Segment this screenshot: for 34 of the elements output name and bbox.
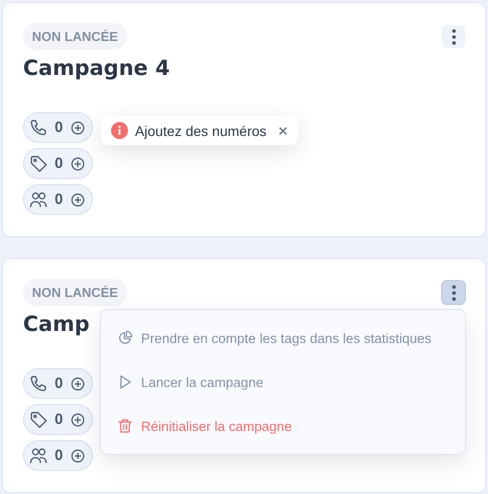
- phone-icon: [29, 118, 49, 138]
- users-icon: [29, 190, 49, 210]
- trash-icon: [117, 418, 133, 434]
- info-icon: [111, 122, 128, 139]
- counter-value: 0: [54, 155, 64, 172]
- campaign-title: Campagne 4: [23, 56, 170, 80]
- users-icon: [29, 446, 49, 466]
- tag-icon: [29, 154, 49, 174]
- more-icon: [452, 28, 456, 44]
- pie-chart-icon: [117, 330, 133, 346]
- close-icon[interactable]: [278, 126, 288, 136]
- more-options-button[interactable]: [442, 281, 465, 304]
- counter-value: 0: [54, 119, 64, 136]
- menu-item[interactable]: Lancer la campagne: [117, 360, 449, 404]
- add-icon[interactable]: [70, 156, 86, 172]
- add-icon[interactable]: [70, 448, 86, 464]
- counter-value: 0: [54, 411, 64, 428]
- more-options-button[interactable]: [442, 25, 465, 48]
- menu-item[interactable]: Réinitialiser la campagne: [117, 404, 449, 448]
- counter-value: 0: [54, 191, 64, 208]
- add-icon[interactable]: [70, 412, 86, 428]
- campaign-title: Camp: [23, 312, 90, 336]
- phone-icon: [29, 374, 49, 394]
- more-icon: [452, 284, 456, 300]
- add-icon[interactable]: [70, 192, 86, 208]
- menu-item[interactable]: Prendre en compte les tags dans les statistiques: [117, 316, 449, 360]
- add-icon[interactable]: [70, 120, 86, 136]
- counter-value: 0: [54, 447, 64, 464]
- tooltip-text: Ajoutez des numéros: [135, 122, 267, 138]
- status-badge: NON LANCÉE: [23, 279, 127, 306]
- add-icon[interactable]: [70, 376, 86, 392]
- counter-value: 0: [54, 375, 64, 392]
- status-badge: NON LANCÉE: [23, 23, 127, 50]
- tag-icon: [29, 410, 49, 430]
